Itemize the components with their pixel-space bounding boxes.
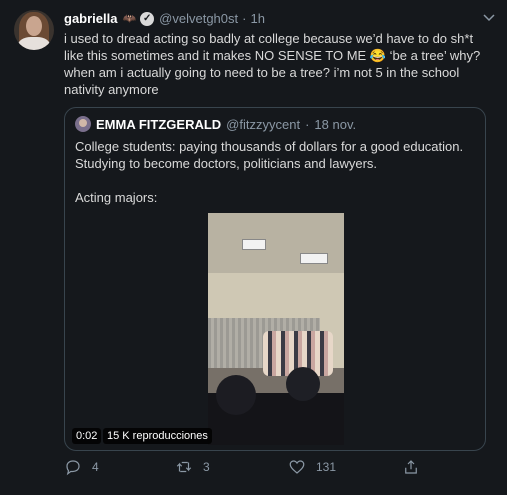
quoted-text: College students: paying thousands of do… (75, 138, 475, 206)
quoted-author-name: EMMA FITZGERALD (96, 117, 222, 132)
reply-button[interactable]: 4 (64, 458, 99, 476)
video-duration: 0:02 (72, 428, 102, 444)
quoted-tweet[interactable]: EMMA FITZGERALD @fitzzyycent · 18 nov. C… (64, 107, 486, 451)
quoted-text-line2: Acting majors: (75, 190, 158, 205)
tweet-text: i used to dread acting so badly at colle… (64, 31, 481, 97)
quoted-separator: · (305, 117, 310, 132)
share-button[interactable] (402, 458, 420, 476)
retweet-icon (176, 461, 192, 473)
video-views: 15 K reproducciones (103, 428, 212, 444)
tweet-card[interactable]: gabriella 🦇 ✓ @velvetgh0st · 1h i used t… (0, 0, 507, 495)
reply-count: 4 (92, 460, 99, 474)
author-avatar[interactable] (14, 10, 54, 50)
author-name[interactable]: gabriella (64, 11, 117, 26)
verified-badge-icon: ✓ (140, 11, 155, 26)
like-count: 131 (316, 460, 337, 474)
header-separator: · (242, 11, 247, 26)
video-player[interactable] (208, 213, 344, 445)
tweet-actions: 4 3 131 (64, 458, 494, 482)
tweet-header: gabriella 🦇 ✓ @velvetgh0st · 1h (64, 11, 265, 26)
retweet-button[interactable]: 3 (175, 458, 210, 476)
author-handle[interactable]: @velvetgh0st (159, 11, 238, 26)
quoted-author-avatar[interactable] (75, 116, 91, 132)
quoted-text-line1: College students: paying thousands of do… (75, 139, 464, 171)
heart-icon (289, 460, 305, 474)
quoted-author-handle: @fitzzyycent (226, 117, 301, 132)
retweet-count: 3 (203, 460, 210, 474)
reply-icon (66, 460, 80, 476)
like-button[interactable]: 131 (288, 458, 336, 476)
tweet-time[interactable]: 1h (250, 11, 264, 26)
quoted-date: 18 nov. (314, 117, 357, 132)
quoted-header: EMMA FITZGERALD @fitzzyycent · 18 nov. (96, 117, 356, 132)
bat-emoji-icon: 🦇 (122, 13, 137, 25)
share-icon (405, 460, 417, 474)
chevron-down-icon[interactable] (483, 14, 495, 22)
